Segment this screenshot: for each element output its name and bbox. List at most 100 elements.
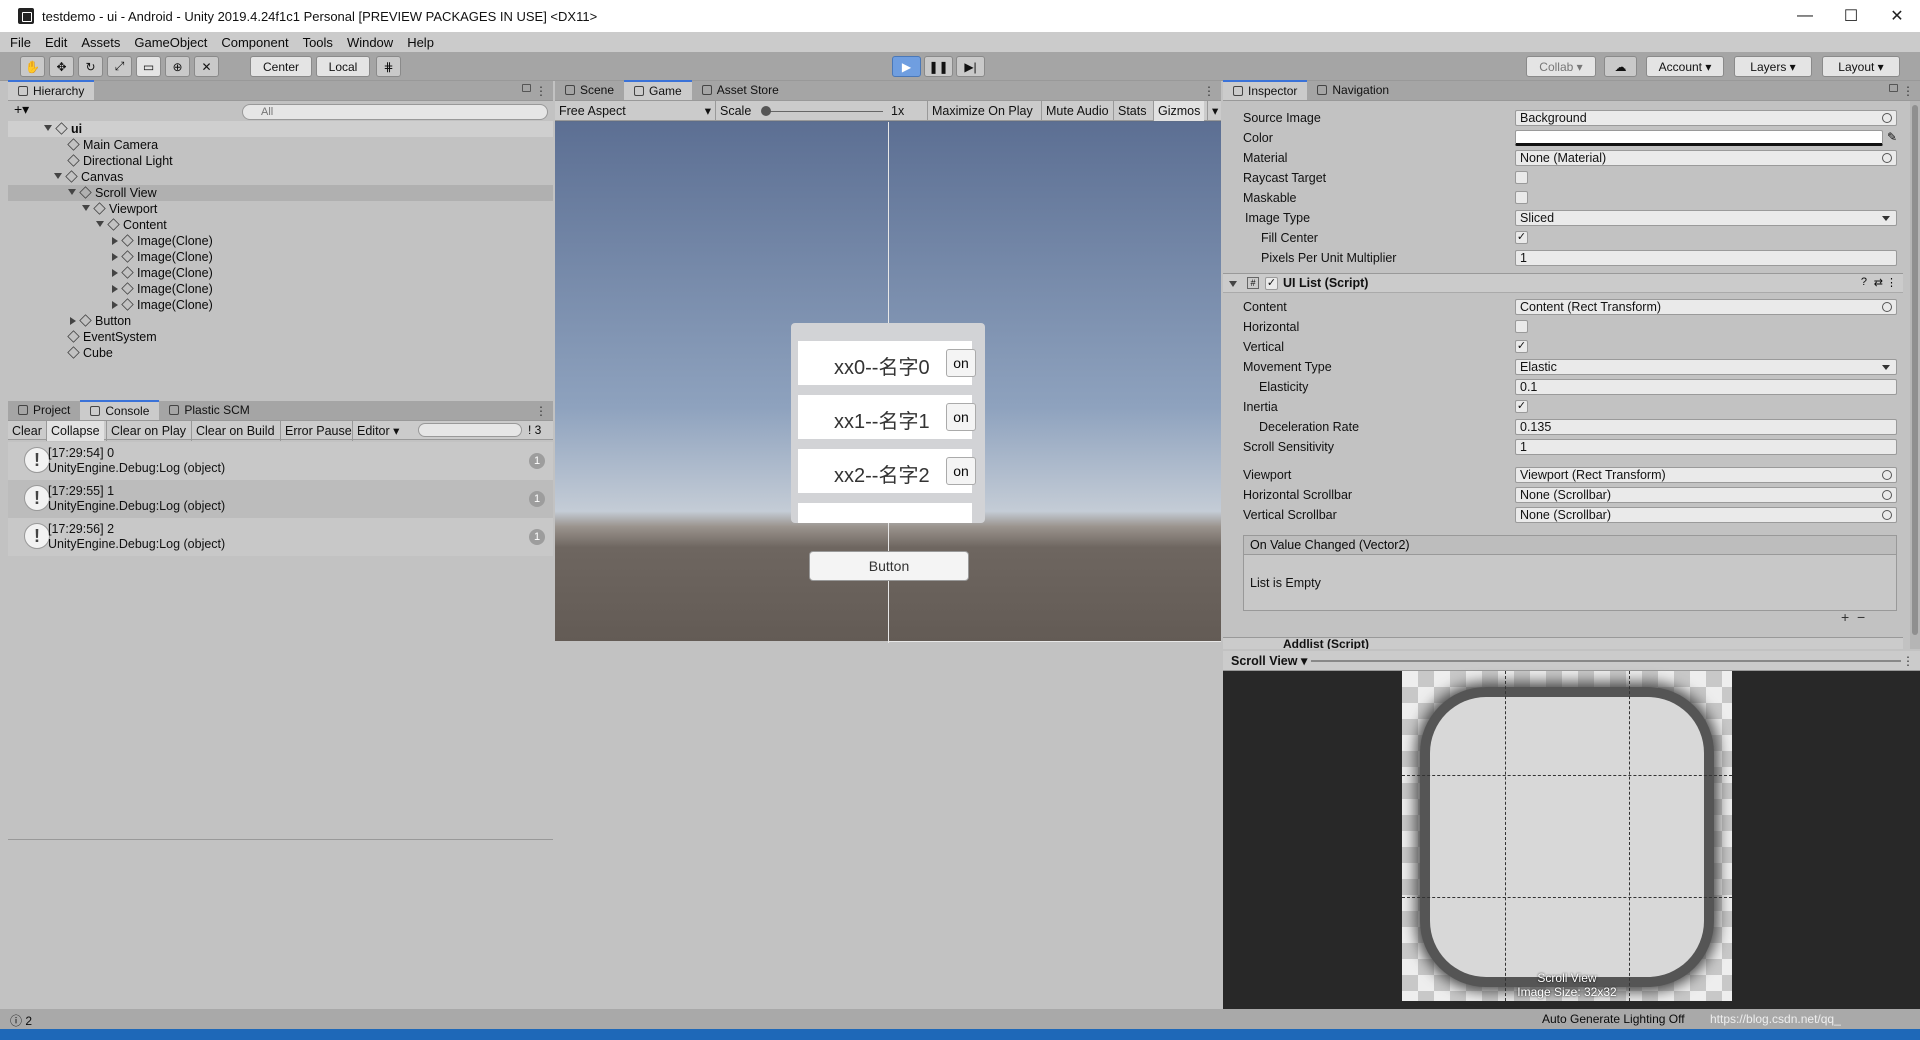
console-search-input[interactable] bbox=[418, 423, 522, 437]
tree-item-button[interactable]: Button bbox=[70, 313, 131, 329]
tree-item-cube[interactable]: Cube bbox=[67, 345, 113, 361]
vertical-checkbox[interactable]: ✓ bbox=[1515, 340, 1528, 353]
menu-gameobject[interactable]: GameObject bbox=[134, 35, 207, 50]
eyedropper-icon[interactable]: ✎ bbox=[1887, 130, 1897, 144]
menu-tools[interactable]: Tools bbox=[303, 35, 333, 50]
collapse-icon[interactable] bbox=[112, 269, 118, 277]
component-menu-icon[interactable]: ⋮ bbox=[1886, 276, 1897, 289]
gizmos-dropdown-icon[interactable]: ▾ bbox=[1207, 101, 1222, 121]
panel-menu-icon[interactable]: ⋮ bbox=[1902, 84, 1914, 98]
tab-inspector[interactable]: Inspector bbox=[1223, 80, 1308, 100]
menu-file[interactable]: File bbox=[10, 35, 31, 50]
stats-button[interactable]: Stats bbox=[1113, 101, 1151, 121]
step-button[interactable]: ▶| bbox=[956, 56, 985, 77]
rotate-tool-icon[interactable]: ↻ bbox=[78, 56, 103, 77]
rect-tool-icon[interactable]: ▭ bbox=[136, 56, 161, 77]
clear-on-build-button[interactable]: Clear on Build bbox=[191, 421, 279, 441]
menu-window[interactable]: Window bbox=[347, 35, 393, 50]
collapse-icon[interactable] bbox=[112, 301, 118, 309]
tab-hierarchy[interactable]: Hierarchy bbox=[8, 80, 95, 100]
mute-audio-button[interactable]: Mute Audio bbox=[1041, 101, 1113, 121]
add-event-icon[interactable]: + bbox=[1841, 609, 1849, 625]
expand-icon[interactable] bbox=[96, 221, 104, 227]
menu-edit[interactable]: Edit bbox=[45, 35, 67, 50]
expand-icon[interactable] bbox=[54, 173, 62, 179]
content-field[interactable]: Content (Rect Transform) bbox=[1515, 299, 1897, 315]
horizontal-scrollbar-field[interactable]: None (Scrollbar) bbox=[1515, 487, 1897, 503]
pause-button[interactable]: ❚❚ bbox=[924, 56, 953, 77]
component-enabled-checkbox[interactable]: ✓ bbox=[1265, 277, 1278, 290]
tree-item-directional-light[interactable]: Directional Light bbox=[67, 153, 173, 169]
close-button[interactable]: ✕ bbox=[1874, 0, 1920, 32]
tab-console[interactable]: Console bbox=[80, 400, 160, 420]
log-count-badge[interactable]: ! 3 bbox=[528, 421, 541, 440]
tree-item-image-clone[interactable]: Image(Clone) bbox=[112, 297, 213, 313]
panel-menu-icon[interactable]: ⋮ bbox=[1902, 654, 1914, 668]
collapse-button[interactable]: Collapse bbox=[46, 421, 104, 441]
vertical-scrollbar-field[interactable]: None (Scrollbar) bbox=[1515, 507, 1897, 523]
scroll-view[interactable]: xx0--名字0 on xx1--名字1 on xx2--名字2 on bbox=[791, 323, 985, 523]
tree-item-image-clone[interactable]: Image(Clone) bbox=[112, 249, 213, 265]
hand-tool-icon[interactable]: ✋ bbox=[20, 56, 45, 77]
scroll-sensitivity-field[interactable]: 1 bbox=[1515, 439, 1897, 455]
log-entry[interactable]: ! [17:29:55] 1 UnityEngine.Debug:Log (ob… bbox=[8, 480, 553, 518]
tree-item-main-camera[interactable]: Main Camera bbox=[67, 137, 158, 153]
ui-button[interactable]: Button bbox=[809, 551, 969, 581]
elasticity-field[interactable]: 0.1 bbox=[1515, 379, 1897, 395]
maskable-checkbox[interactable] bbox=[1515, 191, 1528, 204]
clear-on-play-button[interactable]: Clear on Play bbox=[106, 421, 190, 441]
tab-scene[interactable]: Scene bbox=[555, 80, 624, 100]
collab-dropdown[interactable]: Collab ▾ bbox=[1526, 56, 1596, 77]
collapse-icon[interactable] bbox=[112, 237, 118, 245]
collapse-icon[interactable] bbox=[112, 253, 118, 261]
tree-item-image-clone[interactable]: Image(Clone) bbox=[112, 265, 213, 281]
tab-game[interactable]: Game bbox=[624, 80, 692, 100]
preview-dropdown[interactable]: Scroll View ▾ bbox=[1231, 653, 1307, 669]
expand-icon[interactable] bbox=[1229, 281, 1237, 287]
object-picker-icon[interactable] bbox=[1882, 470, 1892, 480]
material-field[interactable]: None (Material) bbox=[1515, 150, 1897, 166]
lock-icon[interactable] bbox=[1889, 84, 1898, 92]
hierarchy-search-input[interactable] bbox=[242, 104, 548, 120]
clear-button[interactable]: Clear bbox=[8, 421, 46, 441]
preset-icon[interactable]: ⇄ bbox=[1874, 276, 1883, 289]
object-picker-icon[interactable] bbox=[1882, 302, 1892, 312]
lock-icon[interactable] bbox=[522, 84, 531, 92]
horizontal-checkbox[interactable] bbox=[1515, 320, 1528, 333]
transform-tool-icon[interactable]: ⊕ bbox=[165, 56, 190, 77]
collapse-icon[interactable] bbox=[70, 317, 76, 325]
tree-item-canvas[interactable]: Canvas bbox=[54, 169, 123, 185]
help-icon[interactable]: ? bbox=[1861, 276, 1867, 288]
panel-menu-icon[interactable]: ⋮ bbox=[1203, 84, 1215, 98]
menu-assets[interactable]: Assets bbox=[81, 35, 120, 50]
panel-menu-icon[interactable]: ⋮ bbox=[535, 84, 547, 98]
deceleration-rate-field[interactable]: 0.135 bbox=[1515, 419, 1897, 435]
account-dropdown[interactable]: Account ▾ bbox=[1646, 56, 1724, 77]
expand-icon[interactable] bbox=[44, 125, 52, 131]
tab-plastic-scm[interactable]: Plastic SCM bbox=[159, 400, 259, 420]
scale-slider[interactable] bbox=[763, 111, 883, 112]
movement-type-dropdown[interactable]: Elastic bbox=[1515, 359, 1897, 375]
error-pause-button[interactable]: Error Pause bbox=[280, 421, 356, 441]
menu-help[interactable]: Help bbox=[407, 35, 434, 50]
aspect-dropdown[interactable]: Free Aspect ▾ bbox=[555, 101, 715, 121]
viewport-field[interactable]: Viewport (Rect Transform) bbox=[1515, 467, 1897, 483]
gizmos-button[interactable]: Gizmos bbox=[1153, 101, 1205, 121]
custom-tool-icon[interactable]: ✕ bbox=[194, 56, 219, 77]
pixels-per-unit-field[interactable]: 1 bbox=[1515, 250, 1897, 266]
maximize-button[interactable]: ☐ bbox=[1828, 0, 1874, 32]
cloud-icon[interactable]: ☁ bbox=[1604, 56, 1637, 77]
tab-project[interactable]: Project bbox=[8, 400, 80, 420]
panel-menu-icon[interactable]: ⋮ bbox=[535, 404, 547, 418]
play-button[interactable]: ▶ bbox=[892, 56, 921, 77]
tab-asset-store[interactable]: Asset Store bbox=[692, 80, 789, 100]
log-entry[interactable]: ! [17:29:54] 0 UnityEngine.Debug:Log (ob… bbox=[8, 442, 553, 480]
tree-item-ui[interactable]: ui bbox=[44, 121, 82, 137]
object-picker-icon[interactable] bbox=[1882, 153, 1892, 163]
tree-item-viewport[interactable]: Viewport bbox=[82, 201, 157, 217]
raycast-target-checkbox[interactable] bbox=[1515, 171, 1528, 184]
scale-tool-icon[interactable]: ⤢ bbox=[107, 56, 132, 77]
tree-item-content[interactable]: Content bbox=[96, 217, 167, 233]
auto-lighting-status[interactable]: Auto Generate Lighting Off bbox=[1542, 1012, 1685, 1026]
source-image-field[interactable]: Background bbox=[1515, 110, 1897, 126]
